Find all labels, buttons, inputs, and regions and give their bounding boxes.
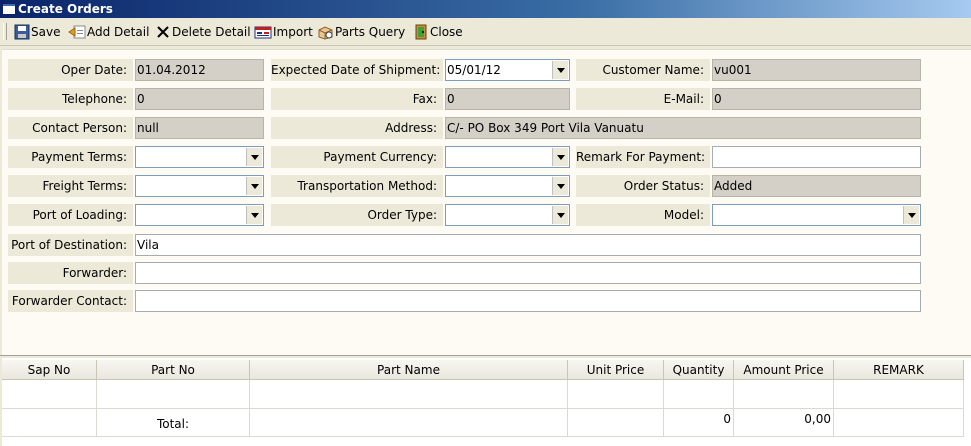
col-sap-no[interactable]: Sap No — [2, 360, 97, 380]
forwarder-input[interactable] — [135, 262, 921, 284]
total-amount: 0,00 — [734, 409, 834, 437]
dropdown-arrow-icon[interactable] — [246, 206, 262, 224]
port-loading-select[interactable] — [135, 204, 264, 226]
customer-name-field[interactable]: vu001 — [712, 59, 921, 81]
close-label: Close — [430, 25, 463, 39]
parts-query-button[interactable]: Parts Query — [317, 22, 405, 42]
exit-door-icon — [415, 24, 427, 40]
total-row-cell — [250, 409, 568, 437]
dropdown-arrow-icon[interactable] — [552, 61, 568, 79]
table-cell[interactable] — [568, 380, 664, 409]
port-destination-label: Port of Destination: — [8, 234, 133, 256]
col-part-no[interactable]: Part No — [97, 360, 250, 380]
dropdown-arrow-icon[interactable] — [552, 177, 568, 195]
transportation-method-label: Transportation Method: — [271, 175, 443, 197]
table-cell[interactable] — [664, 380, 734, 409]
delete-x-icon — [157, 26, 169, 38]
expected-shipment-label: Expected Date of Shipment: — [271, 59, 443, 81]
col-quantity[interactable]: Quantity — [664, 360, 734, 380]
dropdown-arrow-icon[interactable] — [246, 148, 262, 166]
payment-currency-label: Payment Currency: — [271, 146, 443, 168]
telephone-label: Telephone: — [8, 88, 133, 110]
freight-terms-label: Freight Terms: — [8, 175, 133, 197]
close-button[interactable]: Close — [413, 22, 463, 42]
add-detail-label: Add Detail — [87, 25, 150, 39]
table-cell[interactable] — [734, 380, 834, 409]
transportation-method-select[interactable] — [445, 175, 570, 197]
toolbar: Save Add Detail Delete Detail Import Par… — [0, 18, 971, 46]
order-type-select[interactable] — [445, 204, 570, 226]
telephone-field[interactable]: 0 — [135, 88, 264, 110]
dropdown-arrow-icon[interactable] — [552, 148, 568, 166]
col-part-name[interactable]: Part Name — [250, 360, 568, 380]
expected-shipment-value: 05/01/12 — [447, 63, 501, 77]
payment-currency-select[interactable] — [445, 146, 570, 168]
dropdown-arrow-icon[interactable] — [246, 177, 262, 195]
order-type-label: Order Type: — [271, 204, 443, 226]
parts-query-icon — [318, 26, 333, 40]
order-form: Oper Date: 01.04.2012 Expected Date of S… — [2, 49, 971, 356]
total-label: Total: — [97, 409, 250, 437]
total-row-cell — [834, 409, 964, 437]
expected-shipment-date-picker[interactable]: 05/01/12 — [445, 59, 570, 81]
add-detail-icon — [68, 25, 86, 39]
import-icon — [254, 26, 272, 39]
import-label: Import — [273, 25, 313, 39]
payment-terms-label: Payment Terms: — [8, 146, 133, 168]
total-row-cell — [568, 409, 664, 437]
dropdown-arrow-icon[interactable] — [552, 206, 568, 224]
import-button[interactable]: Import — [254, 22, 313, 42]
model-label: Model: — [576, 204, 710, 226]
delete-detail-label: Delete Detail — [172, 25, 251, 39]
customer-name-label: Customer Name: — [576, 59, 710, 81]
parts-grid: Sap No Part No Part Name Unit Price Quan… — [2, 358, 971, 446]
address-label: Address: — [271, 117, 443, 139]
save-label: Save — [31, 25, 61, 39]
table-cell[interactable] — [97, 380, 250, 409]
forwarder-contact-input[interactable] — [135, 290, 921, 312]
oper-date-field[interactable]: 01.04.2012 — [135, 59, 264, 81]
port-loading-label: Port of Loading: — [8, 204, 133, 226]
model-select[interactable] — [712, 204, 921, 226]
title-bar: Create Orders — [0, 0, 971, 18]
freight-terms-select[interactable] — [135, 175, 264, 197]
fax-field[interactable]: 0 — [445, 88, 570, 110]
window-title: Create Orders — [18, 2, 113, 16]
delete-detail-button[interactable]: Delete Detail — [155, 22, 251, 42]
forwarder-contact-label: Forwarder Contact: — [8, 290, 133, 312]
remark-payment-label: Remark For Payment: — [576, 146, 710, 168]
order-status-field[interactable]: Added — [712, 175, 921, 197]
parts-query-label: Parts Query — [335, 25, 406, 39]
email-field[interactable]: 0 — [712, 88, 921, 110]
window-icon — [2, 3, 16, 15]
save-button[interactable]: Save — [14, 22, 60, 42]
dropdown-arrow-icon[interactable] — [903, 206, 919, 224]
table-cell[interactable] — [834, 380, 964, 409]
remark-payment-input[interactable] — [712, 146, 921, 168]
address-field[interactable]: C/- PO Box 349 Port Vila Vanuatu — [445, 117, 921, 139]
port-destination-input[interactable]: Vila — [135, 234, 921, 256]
col-remark[interactable]: REMARK — [834, 360, 964, 380]
col-amount-price[interactable]: Amount Price — [734, 360, 834, 380]
email-label: E-Mail: — [576, 88, 710, 110]
total-quantity: 0 — [664, 409, 734, 437]
total-row-cell — [2, 409, 97, 437]
order-status-label: Order Status: — [576, 175, 710, 197]
oper-date-label: Oper Date: — [8, 59, 133, 81]
payment-terms-select[interactable] — [135, 146, 264, 168]
fax-label: Fax: — [271, 88, 443, 110]
contact-person-field[interactable]: null — [135, 117, 264, 139]
toolbar-grip[interactable] — [3, 23, 7, 40]
add-detail-button[interactable]: Add Detail — [68, 22, 149, 42]
col-unit-price[interactable]: Unit Price — [568, 360, 664, 380]
forwarder-label: Forwarder: — [8, 262, 133, 284]
contact-person-label: Contact Person: — [8, 117, 133, 139]
floppy-disk-icon — [14, 24, 30, 40]
table-cell[interactable] — [2, 380, 97, 409]
table-cell[interactable] — [250, 380, 568, 409]
